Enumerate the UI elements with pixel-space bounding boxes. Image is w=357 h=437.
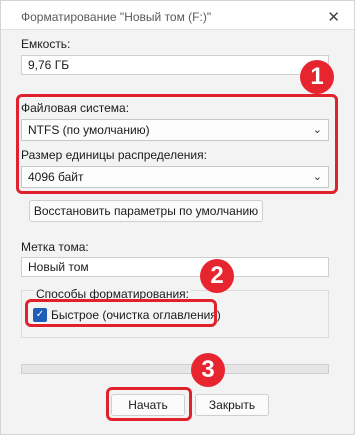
callout-badge-2: 2 bbox=[200, 259, 234, 293]
callout-badge-1: 1 bbox=[300, 60, 334, 94]
highlight-start-button bbox=[106, 387, 192, 421]
highlight-filesystem-group bbox=[16, 94, 338, 194]
title-bar: Форматирование "Новый том (F:)" ✕ bbox=[1, 1, 354, 30]
window-title: Форматирование "Новый том (F:)" bbox=[21, 10, 212, 24]
format-dialog: Форматирование "Новый том (F:)" ✕ Емкост… bbox=[0, 0, 355, 435]
volume-label-label: Метка тома: bbox=[21, 240, 89, 254]
close-icon[interactable]: ✕ bbox=[327, 8, 340, 26]
highlight-quick-format bbox=[25, 299, 217, 327]
volume-label-input[interactable]: Новый том bbox=[21, 257, 329, 277]
close-button[interactable]: Закрыть bbox=[195, 394, 269, 416]
capacity-label: Емкость: bbox=[21, 37, 71, 51]
format-progress-bar bbox=[21, 364, 329, 374]
volume-label-value: Новый том bbox=[28, 260, 89, 274]
restore-defaults-button[interactable]: Восстановить параметры по умолчанию bbox=[29, 200, 263, 222]
capacity-value: 9,76 ГБ bbox=[28, 58, 70, 72]
callout-badge-3: 3 bbox=[191, 353, 225, 387]
capacity-field[interactable]: 9,76 ГБ bbox=[21, 55, 329, 75]
